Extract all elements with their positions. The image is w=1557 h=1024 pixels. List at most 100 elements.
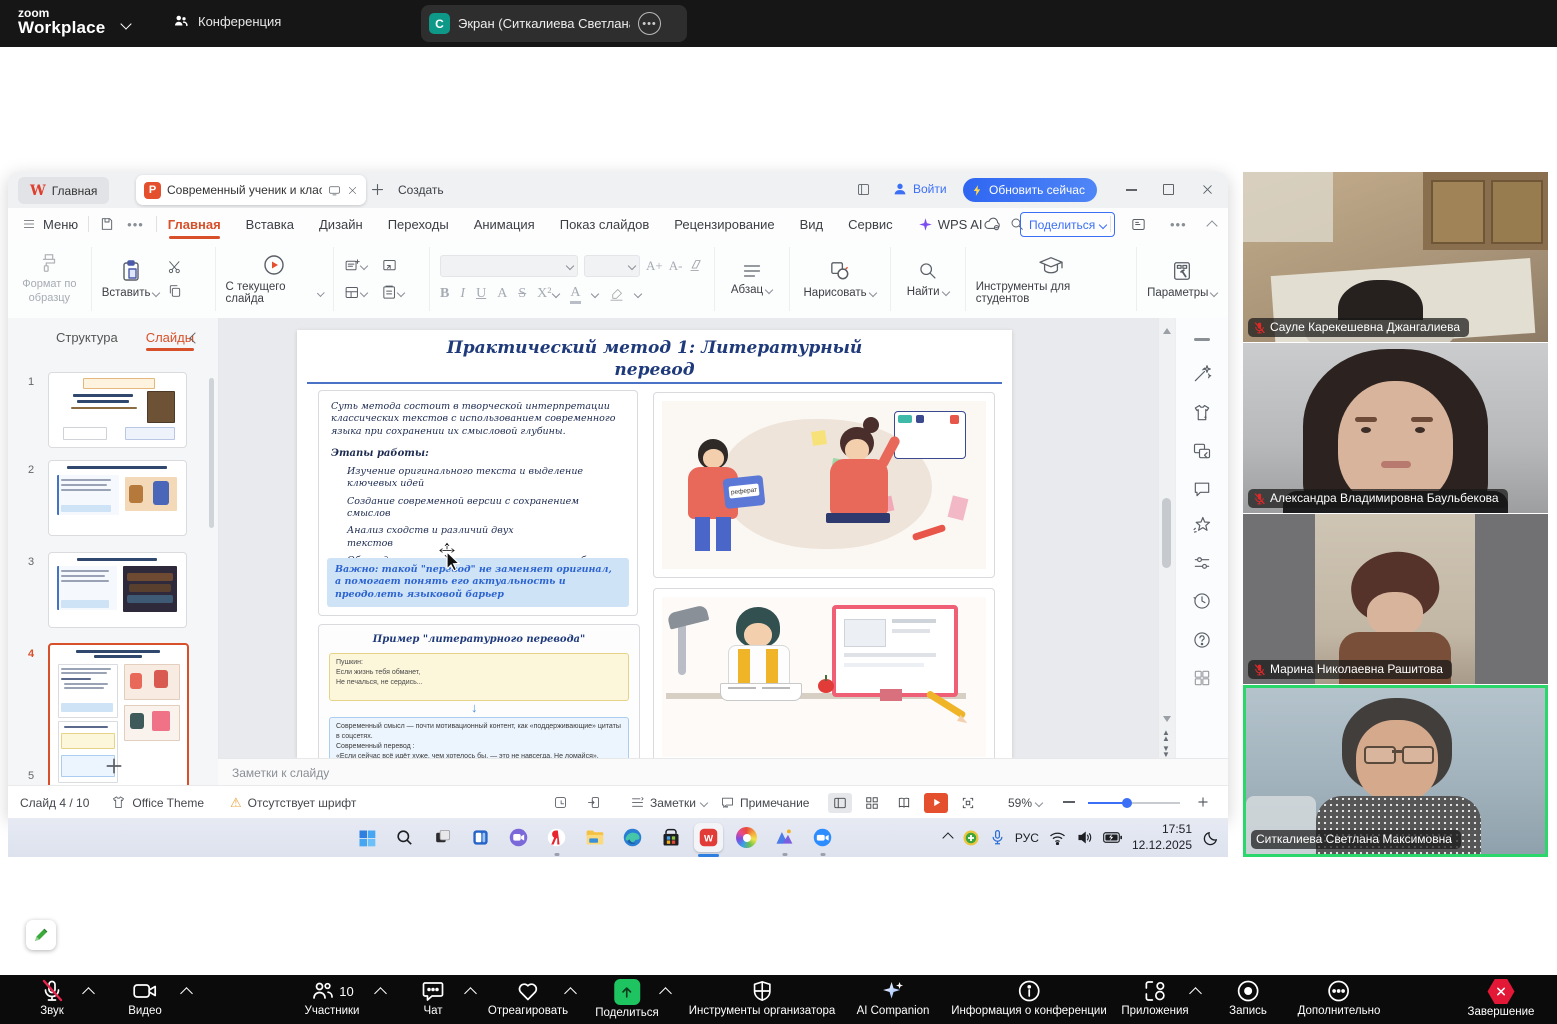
participant-video-1[interactable]: Сауле Карекешевна Джангалиева: [1243, 172, 1548, 342]
student-tools-button[interactable]: Инструменты для студентов: [966, 247, 1137, 311]
slide-thumbnail-3[interactable]: [48, 552, 187, 628]
speaker-icon[interactable]: [1076, 830, 1093, 845]
record-button[interactable]: Запись: [1229, 979, 1267, 1017]
minimize-icon[interactable]: [1126, 189, 1137, 191]
apps-button[interactable]: Приложения: [1121, 979, 1188, 1017]
ai-companion-button[interactable]: AI Companion: [857, 979, 930, 1017]
save-icon[interactable]: [99, 216, 115, 232]
illustration-students-card[interactable]: реферат: [653, 392, 995, 578]
window-layout-icon[interactable]: [856, 182, 871, 197]
canvas-scrollbar[interactable]: ▲▲ ▼▼: [1158, 318, 1175, 758]
tab-slides[interactable]: Слайды: [146, 330, 194, 345]
ribbon-tab-tools[interactable]: Сервис: [847, 217, 894, 232]
add-slide-button[interactable]: [104, 756, 124, 776]
reactions-button[interactable]: Отреагировать: [488, 979, 568, 1017]
grow-font-button[interactable]: A+: [646, 258, 663, 274]
mountain-app-icon[interactable]: [770, 823, 799, 852]
microphone-tray-icon[interactable]: [990, 829, 1005, 846]
audio-button[interactable]: Звук: [40, 979, 64, 1017]
find-button[interactable]: Найти: [891, 247, 966, 311]
ribbon-tab-view[interactable]: Вид: [799, 217, 825, 232]
login-button[interactable]: Войти: [892, 181, 947, 197]
ribbon-tab-wps-ai[interactable]: WPS AI: [917, 217, 984, 232]
slide-switch-icon[interactable]: [1192, 441, 1212, 461]
slide-layout-icon[interactable]: [344, 284, 367, 301]
design-theme-icon[interactable]: [1192, 403, 1212, 423]
cut-icon[interactable]: [167, 259, 183, 275]
yandex-browser-icon[interactable]: [542, 823, 571, 852]
slide-canvas[interactable]: Практический метод 1: Литературный перев…: [297, 330, 1012, 758]
paste-button[interactable]: Вставить: [102, 259, 160, 299]
panel-scrollbar[interactable]: [209, 378, 214, 528]
slide-thumbnail-1[interactable]: [48, 372, 187, 448]
cloud-sync-icon[interactable]: [983, 215, 1002, 234]
example-card[interactable]: Пример "литературного перевода" Пушкин: …: [318, 624, 640, 758]
method-description-box[interactable]: Суть метода состоит в творческой интерпр…: [318, 390, 638, 616]
effects-star-icon[interactable]: [1192, 515, 1212, 535]
clear-format-icon[interactable]: [689, 258, 704, 273]
format-painter-button[interactable]: Формат по образцу: [8, 247, 92, 311]
video-button[interactable]: Видео: [128, 979, 162, 1017]
ribbon-more-icon[interactable]: •••: [1170, 217, 1187, 232]
notes-toggle[interactable]: Заметки: [630, 795, 707, 810]
slide-thumbnail-4-current[interactable]: [48, 643, 189, 803]
slide-sorter-view-button[interactable]: [860, 793, 884, 813]
reuse-slide-icon[interactable]: [381, 257, 404, 274]
participant-video-3[interactable]: Марина Николаевна Рашитова: [1243, 514, 1548, 684]
wps-office-taskbar-icon[interactable]: W: [694, 823, 723, 852]
superscript-button[interactable]: X²: [537, 286, 559, 302]
ribbon-tab-insert[interactable]: Вставка: [245, 217, 295, 232]
new-document-label[interactable]: Создать: [398, 183, 444, 197]
collapse-pane-icon[interactable]: [1194, 338, 1210, 341]
edge-browser-icon[interactable]: [618, 823, 647, 852]
audio-options-chevron[interactable]: [82, 987, 95, 1000]
font-name-combo[interactable]: [440, 255, 578, 277]
battery-icon[interactable]: [1103, 831, 1122, 844]
upgrade-now-button[interactable]: Обновить сейчас: [963, 178, 1097, 202]
zoom-level-control[interactable]: 59%: [1008, 796, 1042, 810]
video-options-chevron[interactable]: [180, 987, 193, 1000]
comments-pane-icon[interactable]: [1192, 479, 1212, 499]
fit-to-window-icon[interactable]: [956, 793, 980, 813]
ribbon-tab-design[interactable]: Дизайн: [318, 217, 364, 232]
annotation-pencil-button[interactable]: [26, 920, 56, 950]
slide-thumbnail-2[interactable]: [48, 460, 187, 536]
highlight-color-icon[interactable]: [609, 287, 624, 302]
play-timer-icon[interactable]: [553, 795, 568, 810]
end-meeting-button[interactable]: Завершение: [1468, 979, 1535, 1018]
strikethrough-button[interactable]: S: [518, 286, 526, 302]
underline-button[interactable]: U: [476, 286, 486, 302]
participants-button[interactable]: 10 Участники: [305, 979, 360, 1017]
draw-button[interactable]: Нарисовать: [790, 247, 891, 311]
zoom-slider-handle[interactable]: [1122, 798, 1132, 808]
new-document-plus-icon[interactable]: [370, 182, 385, 197]
start-button[interactable]: [352, 823, 381, 852]
task-view-icon[interactable]: [428, 823, 457, 852]
wps-share-button[interactable]: Поделиться: [1020, 212, 1115, 237]
italic-button[interactable]: I: [460, 286, 465, 302]
comment-button[interactable]: Примечание: [720, 795, 809, 810]
magic-wand-icon[interactable]: [1192, 364, 1212, 384]
font-color-button[interactable]: A: [570, 285, 580, 304]
missing-font-warning[interactable]: Отсутствует шрифт: [248, 796, 357, 810]
share-screen-button[interactable]: Поделиться: [595, 979, 659, 1019]
theme-name[interactable]: Office Theme: [132, 796, 204, 810]
reading-view-button[interactable]: [892, 793, 916, 813]
wps-document-tab[interactable]: P Современный ученик и клас: [136, 175, 366, 205]
ribbon-tab-animation[interactable]: Анимация: [473, 217, 536, 232]
scrollbar-thumb[interactable]: [1162, 498, 1171, 568]
ribbon-tab-slideshow[interactable]: Показ слайдов: [559, 217, 651, 232]
collapse-ribbon-icon[interactable]: [1206, 220, 1217, 231]
options-button[interactable]: Параметры: [1137, 247, 1228, 311]
tab-conference[interactable]: Конференция: [172, 12, 281, 30]
wps-home-tab[interactable]: W Главная: [18, 177, 109, 204]
ribbon-tab-review[interactable]: Рецензирование: [673, 217, 775, 232]
widgets-icon[interactable]: [466, 823, 495, 852]
play-from-current-slide-button[interactable]: С текущего слайда: [216, 247, 335, 311]
copy-icon[interactable]: [167, 283, 183, 299]
tab-outline[interactable]: Структура: [56, 330, 118, 345]
illustration-study-card[interactable]: [653, 588, 995, 758]
meeting-info-button[interactable]: Информация о конференции: [951, 979, 1107, 1017]
microsoft-store-icon[interactable]: [656, 823, 685, 852]
participants-options-chevron[interactable]: [374, 987, 387, 1000]
